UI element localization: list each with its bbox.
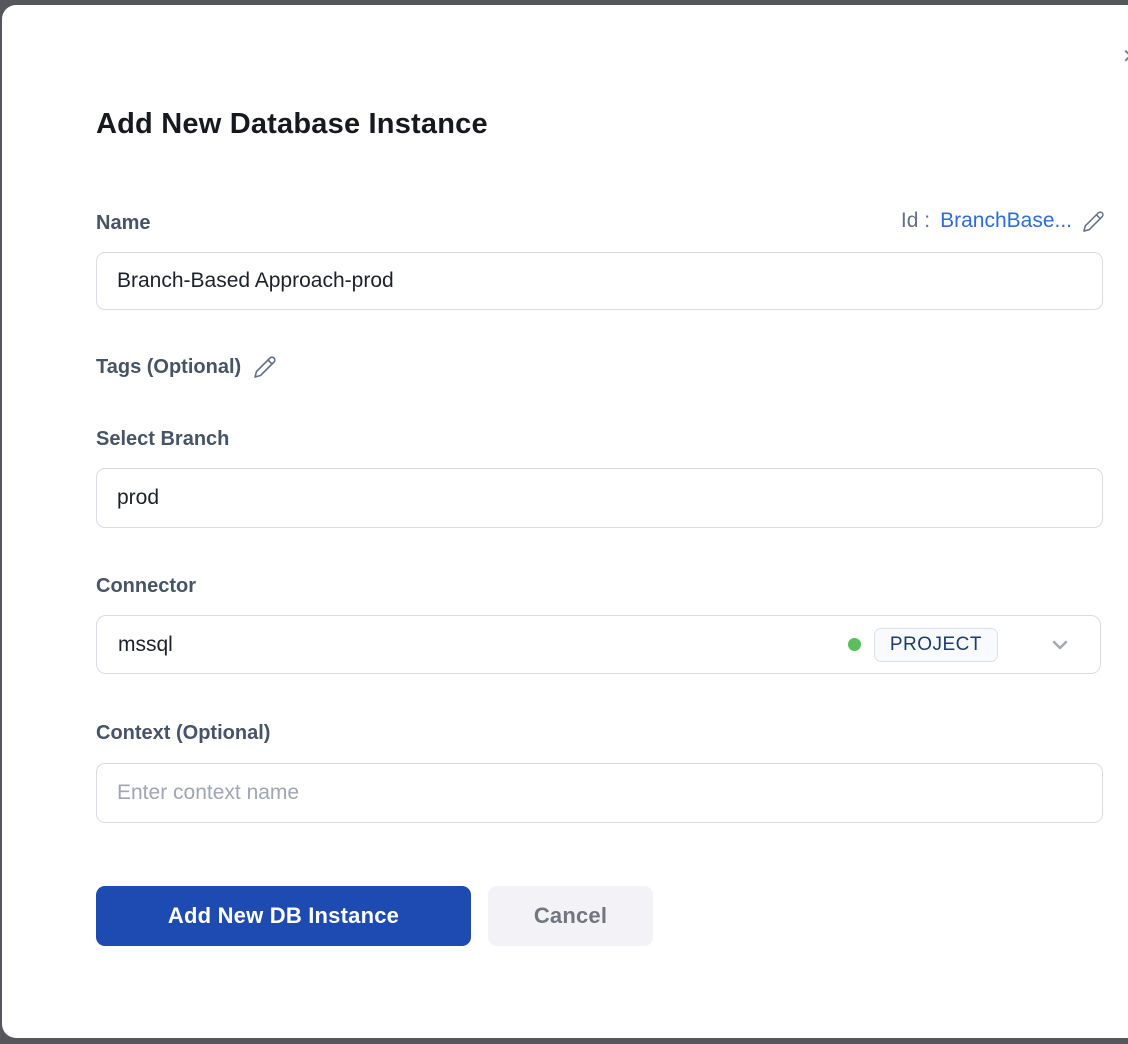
tags-label: Tags (Optional) [96, 355, 277, 379]
id-prefix-label: Id : [901, 209, 930, 233]
connector-select[interactable]: mssql PROJECT [96, 615, 1101, 674]
context-input[interactable] [96, 763, 1103, 823]
tags-label-text: Tags (Optional) [96, 356, 241, 379]
branch-input[interactable] [96, 468, 1103, 528]
name-input[interactable] [96, 252, 1103, 310]
close-icon[interactable]: ✕ [1122, 47, 1128, 67]
edit-tags-icon[interactable] [253, 355, 277, 379]
chevron-down-icon[interactable] [1048, 633, 1072, 657]
context-label: Context (Optional) [96, 722, 270, 745]
screen: ✕ Add New Database Instance Name Id : Br… [0, 0, 1128, 1044]
dialog-title: Add New Database Instance [96, 108, 488, 141]
add-db-instance-dialog: ✕ Add New Database Instance Name Id : Br… [2, 5, 1128, 1038]
cancel-button[interactable]: Cancel [488, 886, 653, 946]
branch-label: Select Branch [96, 428, 229, 451]
connector-value: mssql [118, 633, 173, 657]
dialog-actions: Add New DB Instance Cancel [96, 886, 653, 946]
status-dot-icon [848, 638, 861, 651]
connector-label: Connector [96, 575, 196, 598]
connector-select-right: PROJECT [848, 628, 1100, 662]
instance-id-row: Id : BranchBase... [901, 209, 1105, 233]
connector-scope-badge: PROJECT [874, 628, 998, 662]
edit-id-icon[interactable] [1082, 210, 1105, 233]
instance-id-link[interactable]: BranchBase... [940, 209, 1072, 233]
add-db-instance-button[interactable]: Add New DB Instance [96, 886, 471, 946]
name-label: Name [96, 212, 150, 235]
